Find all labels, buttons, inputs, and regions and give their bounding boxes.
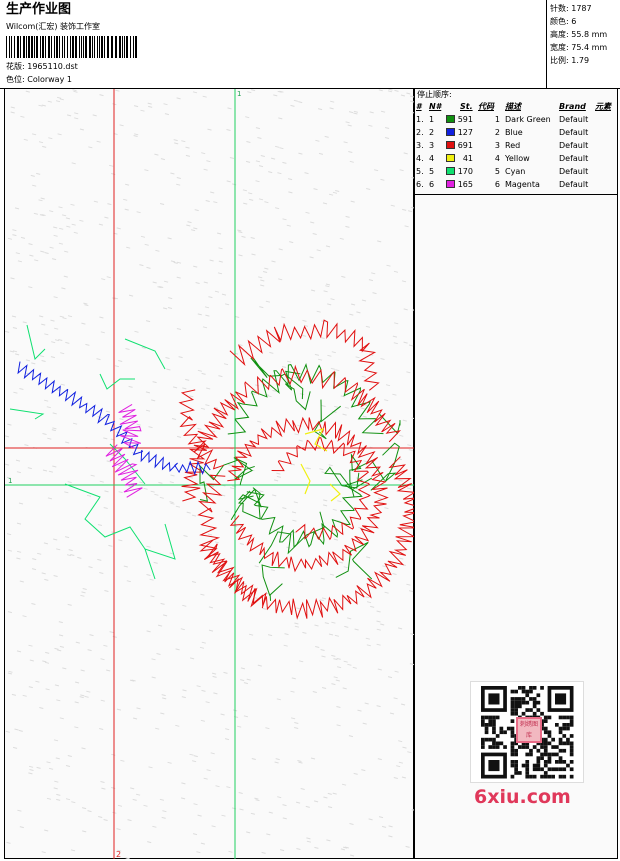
stitches-red: [178, 319, 415, 620]
design-line: 花版: 1965110.dst: [6, 62, 78, 72]
table-row: 4. 4 41 4 Yellow Default: [415, 152, 617, 165]
cell-brand: Default: [559, 154, 589, 163]
table-row: 2. 2 127 2 Blue Default: [415, 126, 617, 139]
cell-n: 6: [429, 180, 435, 189]
embroidery-preview: 1 1 2: [5, 89, 415, 859]
qr-badge-logo: 刺绣图库: [516, 717, 542, 743]
cell-st: 170: [457, 167, 473, 176]
stitches-cyan: [9, 324, 176, 580]
table-row: 1. 1 591 1 Dark Green Default: [415, 113, 617, 126]
table-row: 5. 5 170 5 Cyan Default: [415, 165, 617, 178]
cell-st: 691: [457, 141, 473, 150]
cell-code: 3: [494, 141, 500, 150]
cell-desc: Cyan: [505, 167, 526, 176]
stitches-dark-green: [199, 357, 401, 601]
cell-st: 41: [462, 154, 473, 163]
cell-desc: Magenta: [505, 180, 540, 189]
barcode: [6, 36, 137, 58]
stat-width: 宽度: 75.4 mm: [550, 43, 608, 52]
color-swatch: [446, 141, 455, 149]
stop-sequence-title: 停止顺序:: [417, 90, 452, 99]
color-swatch: [446, 115, 455, 123]
colorway-label: 色位:: [6, 75, 25, 84]
marker-vertical-top: 1: [237, 90, 241, 98]
table-header: # N# St. 代码 描述 Brand 元素: [415, 100, 617, 113]
color-swatch: [446, 180, 455, 188]
design-label: 花版:: [6, 62, 25, 71]
cell-brand: Default: [559, 180, 589, 189]
col-code: 代码: [478, 102, 494, 111]
cell-idx: 6.: [416, 180, 424, 189]
header: 生产作业图 Wilcom(汇宏) 装饰工作室 花版: 1965110.dst 色…: [0, 0, 620, 89]
marker-vertical-bottom: 2: [116, 850, 121, 859]
col-element: 元素: [595, 102, 611, 111]
cell-n: 2: [429, 128, 435, 137]
cell-brand: Default: [559, 128, 589, 137]
stat-colors: 颜色: 6: [550, 17, 577, 26]
stats-panel: 针数: 1787 颜色: 6 高度: 55.8 mm 宽度: 75.4 mm 比…: [546, 0, 620, 88]
design-value: 1965110.dst: [27, 62, 78, 71]
cell-brand: Default: [559, 141, 589, 150]
cell-code: 2: [494, 128, 500, 137]
cell-n: 3: [429, 141, 435, 150]
color-swatch: [446, 167, 455, 175]
cell-desc: Blue: [505, 128, 523, 137]
cell-idx: 2.: [416, 128, 424, 137]
cell-brand: Default: [559, 115, 589, 124]
cell-desc: Dark Green: [505, 115, 551, 124]
page-title: 生产作业图: [6, 2, 72, 17]
watermark-text: 6xiu.com: [474, 786, 571, 808]
col-st: St.: [460, 102, 473, 111]
colorway-line: 色位: Colorway 1: [6, 75, 72, 85]
marker-horizontal-left: 1: [8, 477, 12, 485]
stat-height: 高度: 55.8 mm: [550, 30, 608, 39]
cell-n: 5: [429, 167, 435, 176]
cell-n: 4: [429, 154, 435, 163]
background-dashes: [5, 89, 415, 859]
stat-stitches: 针数: 1787: [550, 4, 592, 13]
cell-idx: 3.: [416, 141, 424, 150]
stitches-magenta: [105, 403, 143, 498]
stitches-yellow: [300, 428, 341, 502]
color-swatch: [446, 154, 455, 162]
col-hash: #: [416, 102, 422, 111]
col-brand: Brand: [559, 102, 586, 111]
colorway-value: Colorway 1: [27, 75, 72, 84]
cell-idx: 4.: [416, 154, 424, 163]
cell-brand: Default: [559, 167, 589, 176]
cell-idx: 5.: [416, 167, 424, 176]
cell-code: 4: [494, 154, 500, 163]
cell-code: 5: [494, 167, 500, 176]
cell-st: 165: [457, 180, 473, 189]
cell-code: 6: [494, 180, 500, 189]
stat-ratio: 比例: 1.79: [550, 56, 590, 65]
cell-desc: Yellow: [505, 154, 530, 163]
cell-n: 1: [429, 115, 435, 124]
design-canvas: 1 1 2: [4, 89, 415, 859]
col-n: N#: [429, 102, 442, 111]
cell-st: 591: [457, 115, 473, 124]
table-row: 6. 6 165 6 Magenta Default: [415, 178, 617, 191]
cell-st: 127: [457, 128, 473, 137]
cell-idx: 1.: [416, 115, 424, 124]
table-divider: [415, 194, 617, 195]
cell-code: 1: [494, 115, 500, 124]
color-swatch: [446, 128, 455, 136]
studio-name: Wilcom(汇宏) 装饰工作室: [6, 22, 101, 31]
table-row: 3. 3 691 3 Red Default: [415, 139, 617, 152]
cell-desc: Red: [505, 141, 521, 150]
col-desc: 描述: [505, 102, 521, 111]
